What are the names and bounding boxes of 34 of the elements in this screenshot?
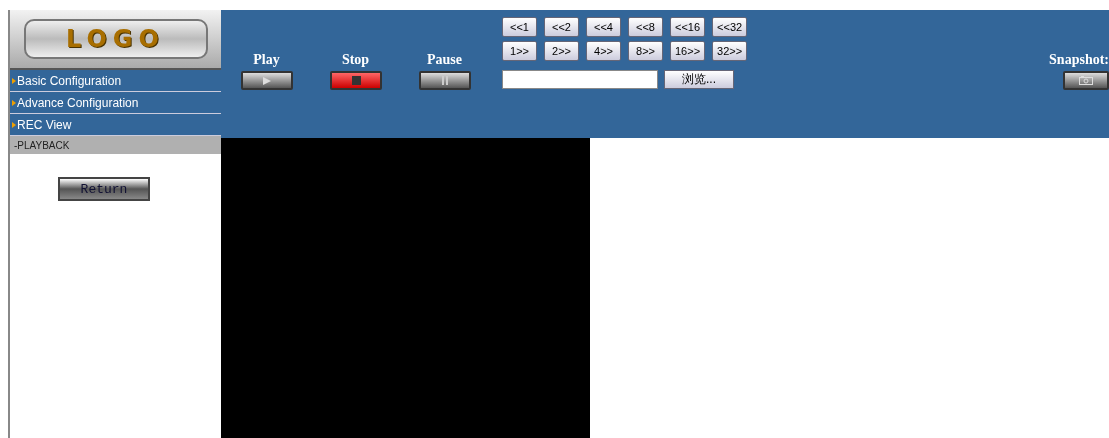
triangle-icon <box>12 121 16 128</box>
play-button[interactable] <box>241 71 293 90</box>
stop-icon <box>351 76 361 85</box>
rewind-button[interactable]: <<1 <box>502 17 537 37</box>
menu-item[interactable]: REC View <box>10 114 221 136</box>
menu-item[interactable]: Basic Configuration <box>10 70 221 92</box>
control-label: Play <box>253 52 280 68</box>
rewind-button[interactable]: <<8 <box>628 17 663 37</box>
rewind-button[interactable]: <<16 <box>670 17 706 37</box>
forward-button[interactable]: 16>> <box>670 41 706 61</box>
snapshot-button[interactable] <box>1063 71 1109 90</box>
rewind-button[interactable]: <<2 <box>544 17 579 37</box>
stop-button[interactable] <box>330 71 382 90</box>
forward-button[interactable]: 2>> <box>544 41 579 61</box>
forward-button[interactable]: 1>> <box>502 41 537 61</box>
control-label: Pause <box>427 52 462 68</box>
menu-item[interactable]: Advance Configuration <box>10 92 221 114</box>
forward-button[interactable]: 32>> <box>712 41 748 61</box>
triangle-icon <box>12 77 16 84</box>
forward-button[interactable]: 4>> <box>586 41 621 61</box>
rewind-button[interactable]: <<32 <box>712 17 748 37</box>
browse-button[interactable]: 浏览... <box>664 70 734 89</box>
play-icon <box>262 76 272 85</box>
rewind-button[interactable]: <<4 <box>586 17 621 37</box>
section-header: -PLAYBACK <box>10 136 221 154</box>
camera-icon <box>1079 76 1093 85</box>
forward-button[interactable]: 8>> <box>628 41 663 61</box>
pause-button[interactable] <box>419 71 471 90</box>
file-path-field[interactable] <box>502 70 658 89</box>
pause-icon <box>441 76 449 85</box>
triangle-icon <box>12 99 16 106</box>
control-label: Stop <box>341 52 370 68</box>
logo: LOGO <box>23 19 208 59</box>
snapshot-label: Snapshot: <box>1049 52 1109 68</box>
